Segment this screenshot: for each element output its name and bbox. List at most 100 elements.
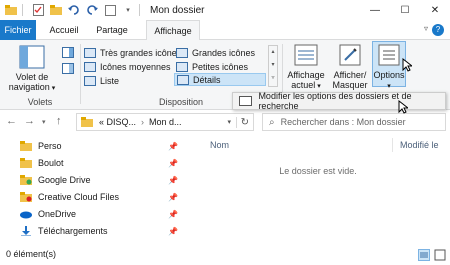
tab-share[interactable]: Partage [90,20,134,40]
nav-item-label: Téléchargements [38,226,108,236]
pin-icon[interactable]: 📌 [168,210,178,219]
details-icon [177,74,189,85]
title-bar: ▾ Mon dossier — ☐ ✕ [0,0,450,20]
item-count: 0 élément(s) [6,249,57,259]
column-header-name[interactable]: Nom [210,140,229,150]
nav-item-label: Google Drive [38,175,91,185]
options-button[interactable]: Options ▾ [372,41,406,90]
properties-icon[interactable] [31,3,45,17]
minimize-button[interactable]: — [360,0,390,20]
group-label-panes: Volets [27,97,53,107]
search-input[interactable]: ⌕ Rechercher dans : Mon dossier [262,113,446,131]
file-list: Nom Modifié le Le dossier est vide. [186,134,450,244]
address-bar-row: ← → ▾ ↑ « DISQ... › Mon d... ▾ ↻ ⌕ Reche… [0,110,450,134]
navigation-pane-button[interactable]: Volet de navigation ▾ [4,44,60,94]
options-label: Options [373,70,405,80]
layout-very-large-label: Très grandes icônes [100,47,182,58]
layout-large-label: Grandes icônes [192,47,256,58]
ribbon-tabs: Fichier Accueil Partage Affichage ▿ ? [0,20,450,41]
help-button[interactable]: ? [432,24,444,36]
layout-list-label: Liste [100,75,120,86]
nav-item-label: Boulot [38,158,64,168]
pin-icon[interactable]: 📌 [168,142,178,151]
layout-small-label: Petites icônes [192,61,249,72]
details-pane-icon [62,63,74,74]
options-dropdown-label: Modifier les options des dossiers et de … [258,91,412,111]
address-current[interactable]: Mon d... [149,117,182,127]
folder-icon [4,3,18,17]
refresh-icon[interactable]: ↻ [235,116,249,128]
navigation-pane: Perso 📌 Boulot 📌 Google Drive 📌 Creative… [0,134,186,244]
tab-view[interactable]: Affichage [146,20,200,41]
large-icons-view-icon[interactable] [434,249,446,261]
list-icon [84,75,96,86]
undo-icon[interactable] [67,3,81,17]
mouse-cursor-icon-2 [398,100,408,114]
back-arrow-icon[interactable]: ← [6,115,17,127]
folder-options-icon [239,96,253,106]
layout-medium-label: Icônes moyennes [100,61,171,72]
close-button[interactable]: ✕ [420,0,450,20]
large-icons-icon [176,47,188,58]
current-view-button[interactable]: Affichage actuel ▾ [284,42,328,92]
pin-icon[interactable]: 📌 [168,176,178,185]
nav-item-google-drive[interactable]: Google Drive 📌 [20,172,182,188]
nav-item-onedrive[interactable]: OneDrive 📌 [20,206,182,222]
customize-quick-access-icon[interactable]: ▾ [121,3,135,17]
nav-item-perso[interactable]: Perso 📌 [20,138,182,154]
preview-pane-button[interactable] [62,46,74,59]
navigation-pane-label: Volet de navigation [8,72,50,92]
layout-very-large-icons[interactable]: Très grandes icônes [84,46,181,59]
folder-icon [81,117,93,127]
medium-icons-icon [84,61,96,72]
layout-details-label: Détails [193,74,221,85]
search-placeholder: Rechercher dans : Mon dossier [280,117,406,127]
tab-file[interactable]: Fichier [0,20,36,40]
status-bar: 0 élément(s) [0,244,450,265]
checkbox-icon[interactable] [103,3,117,17]
small-icons-icon [176,61,188,72]
layout-small-icons[interactable]: Petites icônes [176,60,248,73]
mouse-cursor-icon [402,58,412,72]
redo-icon[interactable] [85,3,99,17]
options-dropdown-item[interactable]: Modifier les options des dossiers et de … [232,91,446,111]
pin-icon[interactable]: 📌 [168,159,178,168]
new-folder-icon[interactable] [49,3,63,17]
google-drive-icon [20,175,32,185]
maximize-button[interactable]: ☐ [390,0,420,20]
navigation-pane-icon [19,44,45,70]
show-hide-icon [337,42,363,68]
forward-arrow-icon[interactable]: → [24,115,35,127]
layout-list[interactable]: Liste [84,74,119,87]
onedrive-cloud-icon [20,211,32,219]
layout-scroll[interactable]: ▴ ▾ ▿ [268,45,278,87]
search-icon: ⌕ [269,116,275,128]
nav-item-label: OneDrive [38,209,77,219]
details-view-icon[interactable] [418,249,430,261]
up-arrow-icon[interactable]: ↑ [56,115,62,127]
nav-item-creative-cloud[interactable]: Creative Cloud Files 📌 [20,189,182,205]
layout-large-icons[interactable]: Grandes icônes [176,46,255,59]
download-arrow-icon [21,226,31,236]
nav-item-label: Perso [38,141,62,151]
tab-home[interactable]: Accueil [44,20,84,40]
options-icon [376,42,402,68]
nav-item-boulot[interactable]: Boulot 📌 [20,155,182,171]
collapse-ribbon-icon[interactable]: ▿ [424,24,428,33]
pin-icon[interactable]: 📌 [168,227,178,236]
address-field[interactable]: « DISQ... › Mon d... ▾ ↻ [76,113,254,131]
layout-details[interactable]: Détails [174,73,266,86]
address-prefix[interactable]: « DISQ... [99,117,136,127]
column-header-modified[interactable]: Modifié le [400,140,439,150]
details-pane-button[interactable] [62,62,74,75]
nav-item-downloads[interactable]: Téléchargements 📌 [20,223,182,239]
nav-item-label: Creative Cloud Files [38,192,120,202]
empty-folder-message: Le dossier est vide. [279,166,357,176]
pin-icon[interactable]: 📌 [168,193,178,202]
layout-medium-icons[interactable]: Icônes moyennes [84,60,171,73]
current-view-icon [293,42,319,68]
recent-locations-icon[interactable]: ▾ [42,118,46,126]
folder-icon [20,141,32,151]
very-large-icons-icon [84,47,96,58]
preview-pane-icon [62,47,74,58]
